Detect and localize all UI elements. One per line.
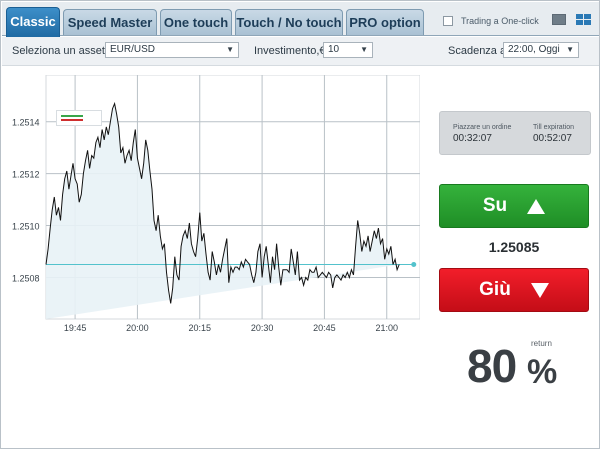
y-tick-label: 1.2508 [12, 273, 40, 283]
order-timer-label: Piazzare un ordine [453, 124, 512, 131]
y-tick-label: 1.2510 [12, 222, 40, 232]
chevron-down-icon: ▼ [566, 45, 574, 54]
y-tick-label: 1.2514 [12, 118, 40, 128]
y-tick-label: 1.2512 [12, 170, 40, 180]
down-button-label: Giù [479, 279, 511, 300]
tab-pro-option[interactable]: PRO option [346, 9, 424, 35]
expiry-timer-label: Till expiration [533, 124, 574, 131]
expiry-label: Scadenza a [448, 45, 507, 57]
investment-select[interactable]: 10 ▼ [323, 42, 373, 58]
tab-speed-master[interactable]: Speed Master [63, 9, 157, 35]
expiry-value: 22:00, Oggi [508, 44, 560, 55]
one-click-option[interactable]: Trading a One-click [443, 16, 539, 26]
payout-percent: % [527, 353, 558, 391]
asset-label: Seleziona un asset [12, 45, 105, 57]
payout-value: 80 [467, 340, 517, 392]
tab-bar: Classic Speed Master One touch Touch / N… [2, 2, 599, 37]
payout-return-label: return [531, 339, 552, 348]
asset-value: EUR/USD [110, 44, 156, 55]
payout-display: 80 return % [467, 333, 577, 393]
x-tick-label: 20:30 [251, 323, 274, 333]
arrow-up-icon [527, 198, 546, 214]
investment-label: Investimento,€ [254, 45, 326, 57]
single-view-icon[interactable] [552, 14, 566, 25]
investment-value: 10 [328, 44, 340, 55]
one-click-checkbox[interactable] [443, 16, 453, 26]
asset-select[interactable]: EUR/USD ▼ [105, 42, 239, 58]
expiry-timer-value: 00:52:07 [533, 133, 572, 144]
grid-view-icon[interactable] [576, 14, 591, 25]
trading-widget: Classic Speed Master One touch Touch / N… [0, 0, 600, 449]
tab-one-touch[interactable]: One touch [160, 9, 232, 35]
x-tick-label: 21:00 [375, 323, 398, 333]
up-button-label: Su [482, 195, 508, 216]
one-click-label: Trading a One-click [461, 16, 539, 26]
timer-panel: Piazzare un ordine 00:32:07 Till expirat… [439, 111, 591, 155]
put-down-button[interactable]: Giù [439, 268, 589, 312]
settings-bar: Seleziona un asset EUR/USD ▼ Investiment… [2, 37, 599, 66]
chevron-down-icon: ▼ [360, 45, 368, 54]
x-tick-label: 20:15 [188, 323, 211, 333]
tab-classic[interactable]: Classic [6, 7, 60, 37]
arrow-down-icon [530, 282, 549, 298]
x-tick-label: 19:45 [64, 323, 87, 333]
current-price: 1.25085 [488, 239, 540, 255]
chart-legend [56, 110, 102, 126]
order-timer-value: 00:32:07 [453, 133, 492, 144]
x-tick-label: 20:00 [126, 323, 149, 333]
current-price-marker [411, 261, 417, 267]
chevron-down-icon: ▼ [226, 45, 234, 54]
call-up-button[interactable]: Su [439, 184, 589, 228]
tab-touch-no-touch[interactable]: Touch / No touch [235, 9, 343, 35]
expiry-select[interactable]: 22:00, Oggi ▼ [503, 42, 579, 58]
x-tick-label: 20:45 [313, 323, 336, 333]
